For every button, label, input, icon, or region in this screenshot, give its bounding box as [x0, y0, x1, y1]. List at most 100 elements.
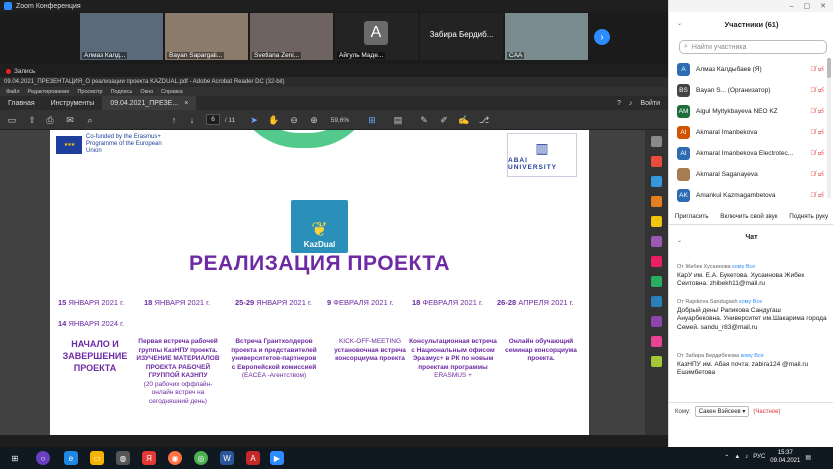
participant-row[interactable]: A Алмаз Калдыбаев (Я) 🎙̸ ▭̸: [669, 60, 833, 78]
edge-icon[interactable]: e: [64, 451, 78, 465]
tab-document[interactable]: 09.04.2021_ПРЕЗЕ... ×: [102, 96, 197, 110]
app-icon[interactable]: ◍: [116, 451, 130, 465]
print-icon[interactable]: ⎙: [44, 114, 56, 126]
tab-tools[interactable]: Инструменты: [43, 96, 103, 110]
acrobat-toolbar: ▭ ⇧ ⎙ ✉ ⌕ ↑ ↓ 6 / 11 ➤ ✋ ⊖ ⊕ 59,6% ⊞ ▤ ✎…: [0, 110, 668, 130]
volume-icon[interactable]: ♪: [745, 454, 748, 460]
video-tile-5[interactable]: Забира Бердиб...: [420, 13, 503, 60]
zoom-level[interactable]: 59,6%: [328, 114, 352, 126]
stamp-icon[interactable]: ⎇: [478, 114, 490, 126]
chat-sender: От Жибек Хусаинова: [677, 264, 731, 270]
participant-name: CAA: [507, 52, 525, 59]
clock[interactable]: 15:37 09.04.2021: [770, 449, 800, 465]
col-seminar-title: Онлайн обучающий семинар консорциума про…: [505, 338, 577, 362]
close-window-icon[interactable]: ✕: [820, 2, 826, 10]
video-tile-2[interactable]: Bayan Sapargali...: [165, 13, 248, 60]
participant-scrollbar[interactable]: [827, 58, 831, 198]
send-icon[interactable]: [651, 336, 662, 347]
network-icon[interactable]: ▲: [734, 454, 740, 460]
participant-row[interactable]: AI Akmaral Imanbekova 🎙̸ ▭̸: [669, 123, 833, 141]
invite-button[interactable]: Пригласить: [672, 211, 712, 222]
video-tile-3[interactable]: Svetlana Zeni...: [250, 13, 333, 60]
firefox-icon[interactable]: ◉: [168, 451, 182, 465]
video-tile-4[interactable]: А Айгуль Маде...: [335, 13, 418, 60]
highlight-icon[interactable]: ✐: [438, 114, 450, 126]
combine-files-icon[interactable]: [651, 236, 662, 247]
organize-pages-icon[interactable]: [651, 256, 662, 267]
date-label: ЯНВАРЯ 2021 г.: [68, 298, 125, 307]
video-tile-1[interactable]: Алмаз Калд...: [80, 13, 163, 60]
tray-up-icon[interactable]: ⌃: [724, 454, 729, 461]
search-icon[interactable]: ⌕: [84, 114, 96, 126]
participant-row[interactable]: BS Bayan S... (Организатор) 🎙̸ ▭̸: [669, 81, 833, 99]
menu-window[interactable]: Окно: [140, 89, 153, 95]
clock-time: 15:37: [777, 450, 793, 456]
comment-icon[interactable]: ▤: [392, 114, 404, 126]
raise-hand-button[interactable]: Поднять руку: [786, 211, 831, 222]
chat-recipient-bar: Кому: Сакен Вэйсеев ▾ (Частное): [675, 406, 780, 417]
comment-tool-icon[interactable]: [651, 216, 662, 227]
col-consultation-title: Консультационная встреча с Национальным …: [409, 338, 497, 371]
participant-row[interactable]: AK Amankul Kazmagambetova 🎙̸ ▭̸: [669, 186, 833, 204]
protect-icon[interactable]: [651, 316, 662, 327]
scan-icon[interactable]: [651, 296, 662, 307]
word-icon[interactable]: W: [220, 451, 234, 465]
cortana-icon[interactable]: ○: [36, 451, 50, 465]
hand-icon[interactable]: ✋: [268, 114, 280, 126]
upload-icon[interactable]: ⇧: [26, 114, 38, 126]
zoom-tool-icon[interactable]: [651, 136, 662, 147]
next-page-button[interactable]: ›: [594, 29, 610, 45]
recipient-select[interactable]: Сакен Вэйсеев ▾: [694, 406, 750, 417]
notification-bell-icon[interactable]: ♪: [629, 100, 633, 107]
file-explorer-icon[interactable]: ▭: [90, 451, 104, 465]
signin-link[interactable]: Войти: [640, 100, 660, 107]
date-num: 18: [144, 298, 153, 307]
export-pdf-icon[interactable]: [651, 156, 662, 167]
create-pdf-icon[interactable]: [651, 176, 662, 187]
participant-name: Akmaral Imanbekova Electrotec...: [696, 149, 794, 157]
zoom-in-icon[interactable]: ⊕: [308, 114, 320, 126]
menu-help[interactable]: Справка: [161, 89, 183, 95]
fill-sign-icon[interactable]: [651, 276, 662, 287]
participant-search-input[interactable]: ⌕ Найти участника: [679, 40, 827, 54]
pen-icon[interactable]: ✎: [418, 114, 430, 126]
save-icon[interactable]: ▭: [6, 114, 18, 126]
zoom-side-panel: – ▢ ✕ ⌄ Участники (61) ⌕ Найти участника…: [668, 0, 833, 469]
page-number-input[interactable]: 6: [206, 114, 220, 125]
maximize-icon[interactable]: ▢: [804, 2, 811, 10]
tab-home[interactable]: Главная: [0, 96, 43, 110]
windows-start-icon[interactable]: ⊞: [8, 451, 22, 465]
help-icon[interactable]: ?: [617, 100, 621, 107]
page-up-icon[interactable]: ↑: [168, 114, 180, 126]
more-tools-icon[interactable]: [651, 356, 662, 367]
page-down-icon[interactable]: ↓: [186, 114, 198, 126]
participant-row[interactable]: AI Akmaral Imanbekova Electrotec... 🎙̸ ▭̸: [669, 144, 833, 162]
col-grantholders-note: (EACEA -Агентством): [241, 372, 307, 379]
fit-page-icon[interactable]: ⊞: [366, 114, 378, 126]
avatar: AI: [677, 125, 690, 139]
menu-sign[interactable]: Подпись: [111, 89, 133, 95]
close-icon[interactable]: ×: [184, 100, 188, 107]
yandex-icon[interactable]: Я: [142, 451, 156, 465]
language-indicator[interactable]: РУС: [753, 454, 765, 460]
unmute-button[interactable]: Включить свой звук: [717, 211, 780, 222]
system-tray: ⌃ ▲ ♪ РУС 15:37 09.04.2021 ▤: [724, 449, 811, 465]
zoom-out-icon[interactable]: ⊖: [288, 114, 300, 126]
chrome-icon[interactable]: ◎: [194, 451, 208, 465]
email-icon[interactable]: ✉: [64, 114, 76, 126]
menu-edit[interactable]: Редактирование: [28, 89, 70, 95]
menu-view[interactable]: Просмотр: [77, 89, 102, 95]
participant-row[interactable]: AM Aigul Myltykbayeva NEO KZ 🎙̸ ▭̸: [669, 102, 833, 120]
video-tile-6[interactable]: CAA: [505, 13, 588, 60]
date-label: ФЕВРАЛЯ 2021 г.: [422, 298, 483, 307]
acrobat-icon[interactable]: A: [246, 451, 260, 465]
sign-icon[interactable]: ✍: [458, 114, 470, 126]
cursor-icon[interactable]: ➤: [248, 114, 260, 126]
zoom-taskbar-icon[interactable]: ▶: [270, 451, 284, 465]
menu-file[interactable]: Файл: [6, 89, 20, 95]
notifications-icon[interactable]: ▤: [805, 454, 811, 461]
minimize-icon[interactable]: –: [790, 3, 794, 10]
col-grantholders-title: Встреча Грантхолдеров проекта и представ…: [231, 338, 317, 371]
participant-row[interactable]: Akmaral Saganayeva 🎙̸ ▭̸: [669, 165, 833, 183]
edit-pdf-icon[interactable]: [651, 196, 662, 207]
